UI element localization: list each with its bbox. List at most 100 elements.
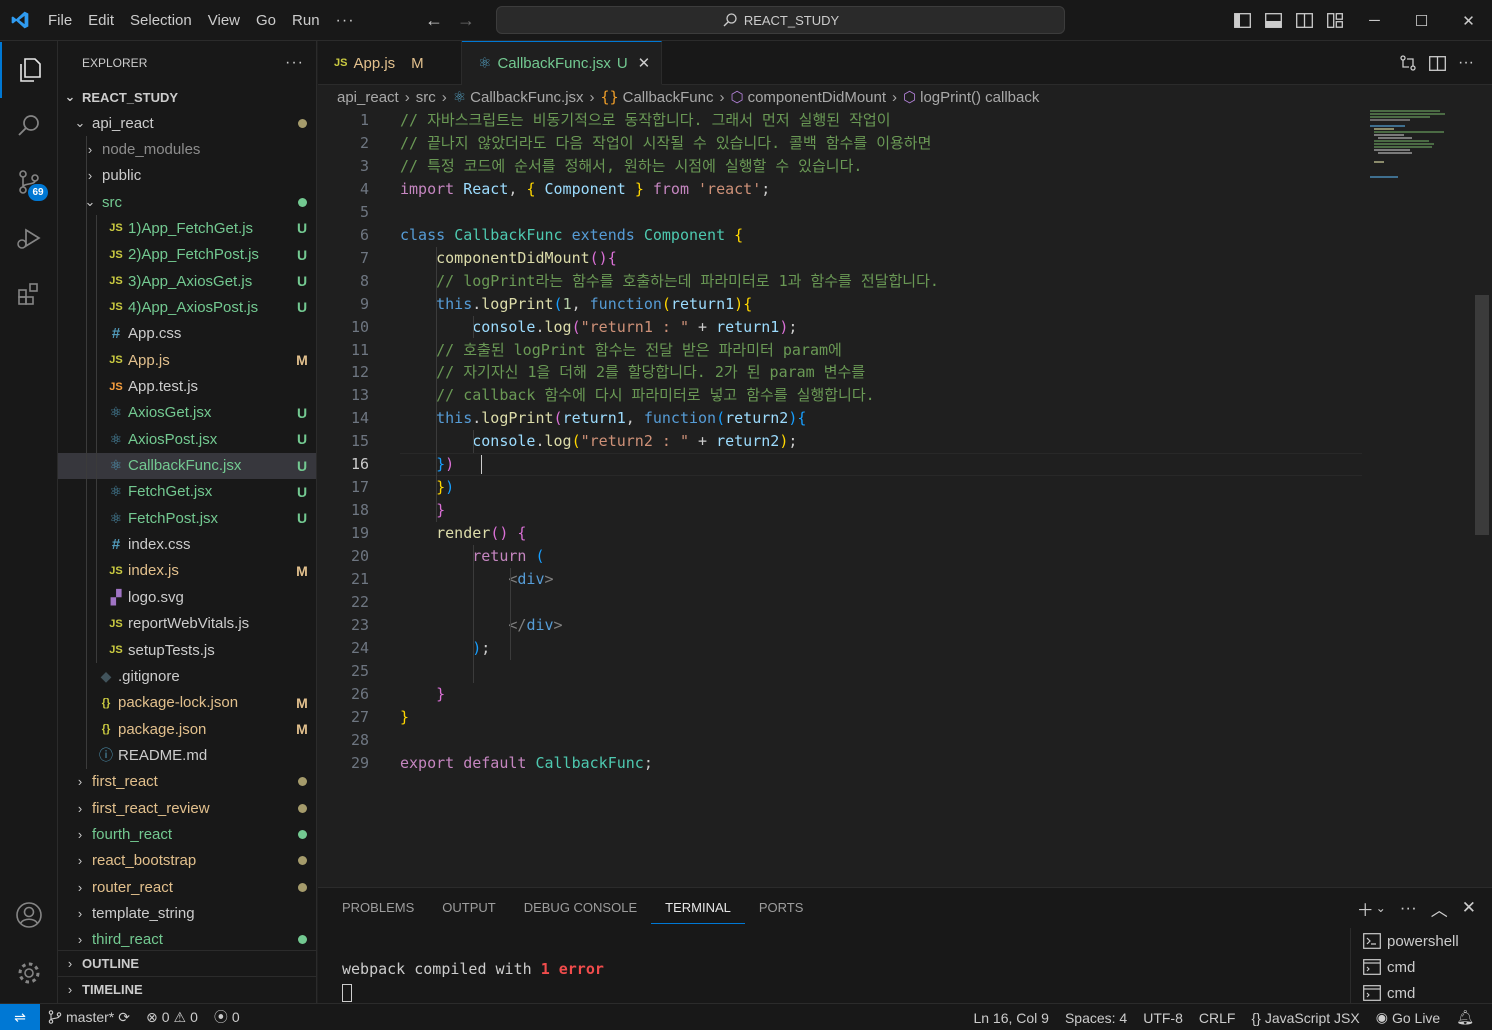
editor-more-icon[interactable]: ··· xyxy=(1458,54,1474,72)
menu-run[interactable]: Run xyxy=(284,0,328,41)
git-branch[interactable]: master* ⟳ xyxy=(40,1009,138,1026)
folder-item[interactable]: › react_bootstrap xyxy=(58,848,316,874)
menu-go[interactable]: Go xyxy=(248,0,284,41)
panel-more-icon[interactable]: ··· xyxy=(1400,898,1417,918)
breadcrumb-item[interactable]: logPrint() callback xyxy=(920,89,1039,106)
code-editor[interactable]: 1 // 자바스크립트는 비동기적으로 동작합니다. 그래서 먼저 실행된 작업이… xyxy=(318,109,1474,887)
outline-section[interactable]: › OUTLINE xyxy=(58,950,316,976)
menu-edit[interactable]: Edit xyxy=(80,0,122,41)
breadcrumb-item[interactable]: src xyxy=(416,89,436,106)
timeline-section[interactable]: › TIMELINE xyxy=(58,976,316,1002)
tab-problems[interactable]: PROBLEMS xyxy=(342,888,428,928)
minimize-icon[interactable]: ─ xyxy=(1351,0,1398,41)
customize-layout-icon[interactable] xyxy=(1320,0,1351,41)
menu-bar: File Edit Selection View Go Run ··· xyxy=(40,0,363,41)
terminal-item-powershell[interactable]: powershell xyxy=(1351,928,1492,954)
react-file-icon: ⚛ xyxy=(109,457,123,474)
back-arrow-icon[interactable]: ← xyxy=(425,10,443,31)
chevron-down-icon[interactable]: ⌄ xyxy=(1376,901,1386,915)
explorer-more-icon[interactable]: ··· xyxy=(285,54,304,72)
folder-item[interactable]: ⌄ api_react xyxy=(58,110,316,136)
code-line: 22 xyxy=(318,591,1474,614)
forward-arrow-icon[interactable]: → xyxy=(457,10,475,31)
breadcrumb-item[interactable]: CallbackFunc.jsx xyxy=(470,89,583,106)
maximize-panel-icon[interactable]: ︿ xyxy=(1431,896,1448,921)
tree-item-label: AxiosPost.jsx xyxy=(128,430,218,448)
command-center[interactable]: REACT_STUDY xyxy=(496,6,1065,34)
folder-item[interactable]: › template_string xyxy=(58,901,316,927)
chevron-right-icon: › xyxy=(77,853,83,869)
terminal-item-cmd[interactable]: cmd xyxy=(1351,954,1492,980)
extensions-icon[interactable] xyxy=(0,266,58,322)
tab-debug-console[interactable]: DEBUG CONSOLE xyxy=(510,888,651,928)
run-debug-icon[interactable] xyxy=(0,210,58,266)
search-view-icon[interactable] xyxy=(0,98,58,154)
encoding[interactable]: UTF-8 xyxy=(1135,1010,1191,1026)
compare-changes-icon[interactable] xyxy=(1399,54,1417,72)
language-mode[interactable]: {} JavaScript JSX xyxy=(1243,1010,1367,1026)
toggle-secondary-sidebar-icon[interactable] xyxy=(1289,0,1320,41)
maximize-icon[interactable]: ☐ xyxy=(1398,0,1445,41)
line-number: 17 xyxy=(350,478,369,497)
tab-app-js[interactable]: JS App.js M xyxy=(318,41,462,85)
split-editor-icon[interactable] xyxy=(1429,55,1446,71)
go-live[interactable]: ◉ Go Live xyxy=(1368,1009,1448,1026)
file-item[interactable]: {} package-lock.json M xyxy=(58,690,316,716)
folder-item[interactable]: › public xyxy=(58,163,316,189)
menu-view[interactable]: View xyxy=(200,0,248,41)
accounts-icon[interactable] xyxy=(0,887,58,943)
notifications-bell-icon[interactable]: 🔔︎ xyxy=(1448,1009,1482,1026)
folder-item[interactable]: › node_modules xyxy=(58,136,316,162)
breadcrumb-item[interactable]: componentDidMount xyxy=(748,89,886,106)
broadcast-icon: ⦿ xyxy=(213,1009,228,1025)
folder-item[interactable]: › third_react xyxy=(58,927,316,953)
chevron-right-icon: › xyxy=(67,982,73,997)
js-file-icon: JS xyxy=(109,354,123,367)
indent-guide xyxy=(473,315,474,339)
tree-item-label: third_react xyxy=(92,931,163,949)
breadcrumb-item[interactable]: api_react xyxy=(337,89,399,106)
chevron-right-icon: › xyxy=(67,956,73,971)
file-item[interactable]: {} package.json M xyxy=(58,716,316,742)
minimap[interactable] xyxy=(1368,109,1458,179)
folder-item[interactable]: › first_react xyxy=(58,769,316,795)
menu-selection[interactable]: Selection xyxy=(122,0,200,41)
js-file-icon: JS xyxy=(109,564,123,577)
explorer-icon[interactable] xyxy=(0,42,58,98)
tab-output[interactable]: OUTPUT xyxy=(428,888,509,928)
folder-item[interactable]: ⌄ src xyxy=(58,189,316,215)
js-file-icon: JS xyxy=(334,57,348,69)
breadcrumb-item[interactable]: CallbackFunc xyxy=(623,89,714,106)
folder-item[interactable]: › fourth_react xyxy=(58,821,316,847)
toggle-primary-sidebar-icon[interactable] xyxy=(1227,0,1258,41)
new-terminal-plus-icon[interactable]: ＋ xyxy=(1357,896,1374,921)
problems-status[interactable]: ⊗ 0 ⚠ 0 xyxy=(138,1009,206,1026)
git-status-badge: U xyxy=(296,246,308,263)
file-item[interactable]: ◆ .gitignore xyxy=(58,663,316,689)
file-item[interactable]: ⓘ README.md xyxy=(58,742,316,768)
menu-file[interactable]: File xyxy=(40,0,80,41)
toggle-panel-icon[interactable] xyxy=(1258,0,1289,41)
tab-terminal[interactable]: TERMINAL xyxy=(651,888,745,924)
end-of-line[interactable]: CRLF xyxy=(1191,1010,1244,1026)
editor-scrollbar[interactable] xyxy=(1475,295,1489,535)
svg-file-icon: ▞ xyxy=(110,588,122,605)
terminal-output[interactable]: webpack compiled with 1 error xyxy=(342,960,604,978)
source-control-icon[interactable]: 69 xyxy=(0,154,58,210)
tree-item-label: README.md xyxy=(118,746,208,764)
tab-callbackfunc-jsx[interactable]: ⚛ CallbackFunc.jsx U ✕ xyxy=(462,41,662,85)
tab-ports[interactable]: PORTS xyxy=(745,888,818,928)
manage-gear-icon[interactable] xyxy=(0,945,58,1001)
folder-item[interactable]: › router_react xyxy=(58,874,316,900)
workspace-root[interactable]: ⌄ REACT_STUDY xyxy=(58,84,316,110)
remote-indicator-icon[interactable]: ⇌ xyxy=(0,1003,40,1030)
close-window-icon[interactable]: ✕ xyxy=(1445,0,1492,41)
ports-status[interactable]: ⦿ 0 xyxy=(206,1007,248,1027)
close-tab-icon[interactable]: ✕ xyxy=(638,54,651,72)
folder-item[interactable]: › first_react_review xyxy=(58,795,316,821)
cursor-position[interactable]: Ln 16, Col 9 xyxy=(965,1010,1057,1026)
indentation[interactable]: Spaces: 4 xyxy=(1057,1010,1135,1026)
git-status-badge: U xyxy=(296,273,308,290)
close-panel-icon[interactable]: ✕ xyxy=(1462,898,1476,918)
menu-more[interactable]: ··· xyxy=(328,0,363,41)
